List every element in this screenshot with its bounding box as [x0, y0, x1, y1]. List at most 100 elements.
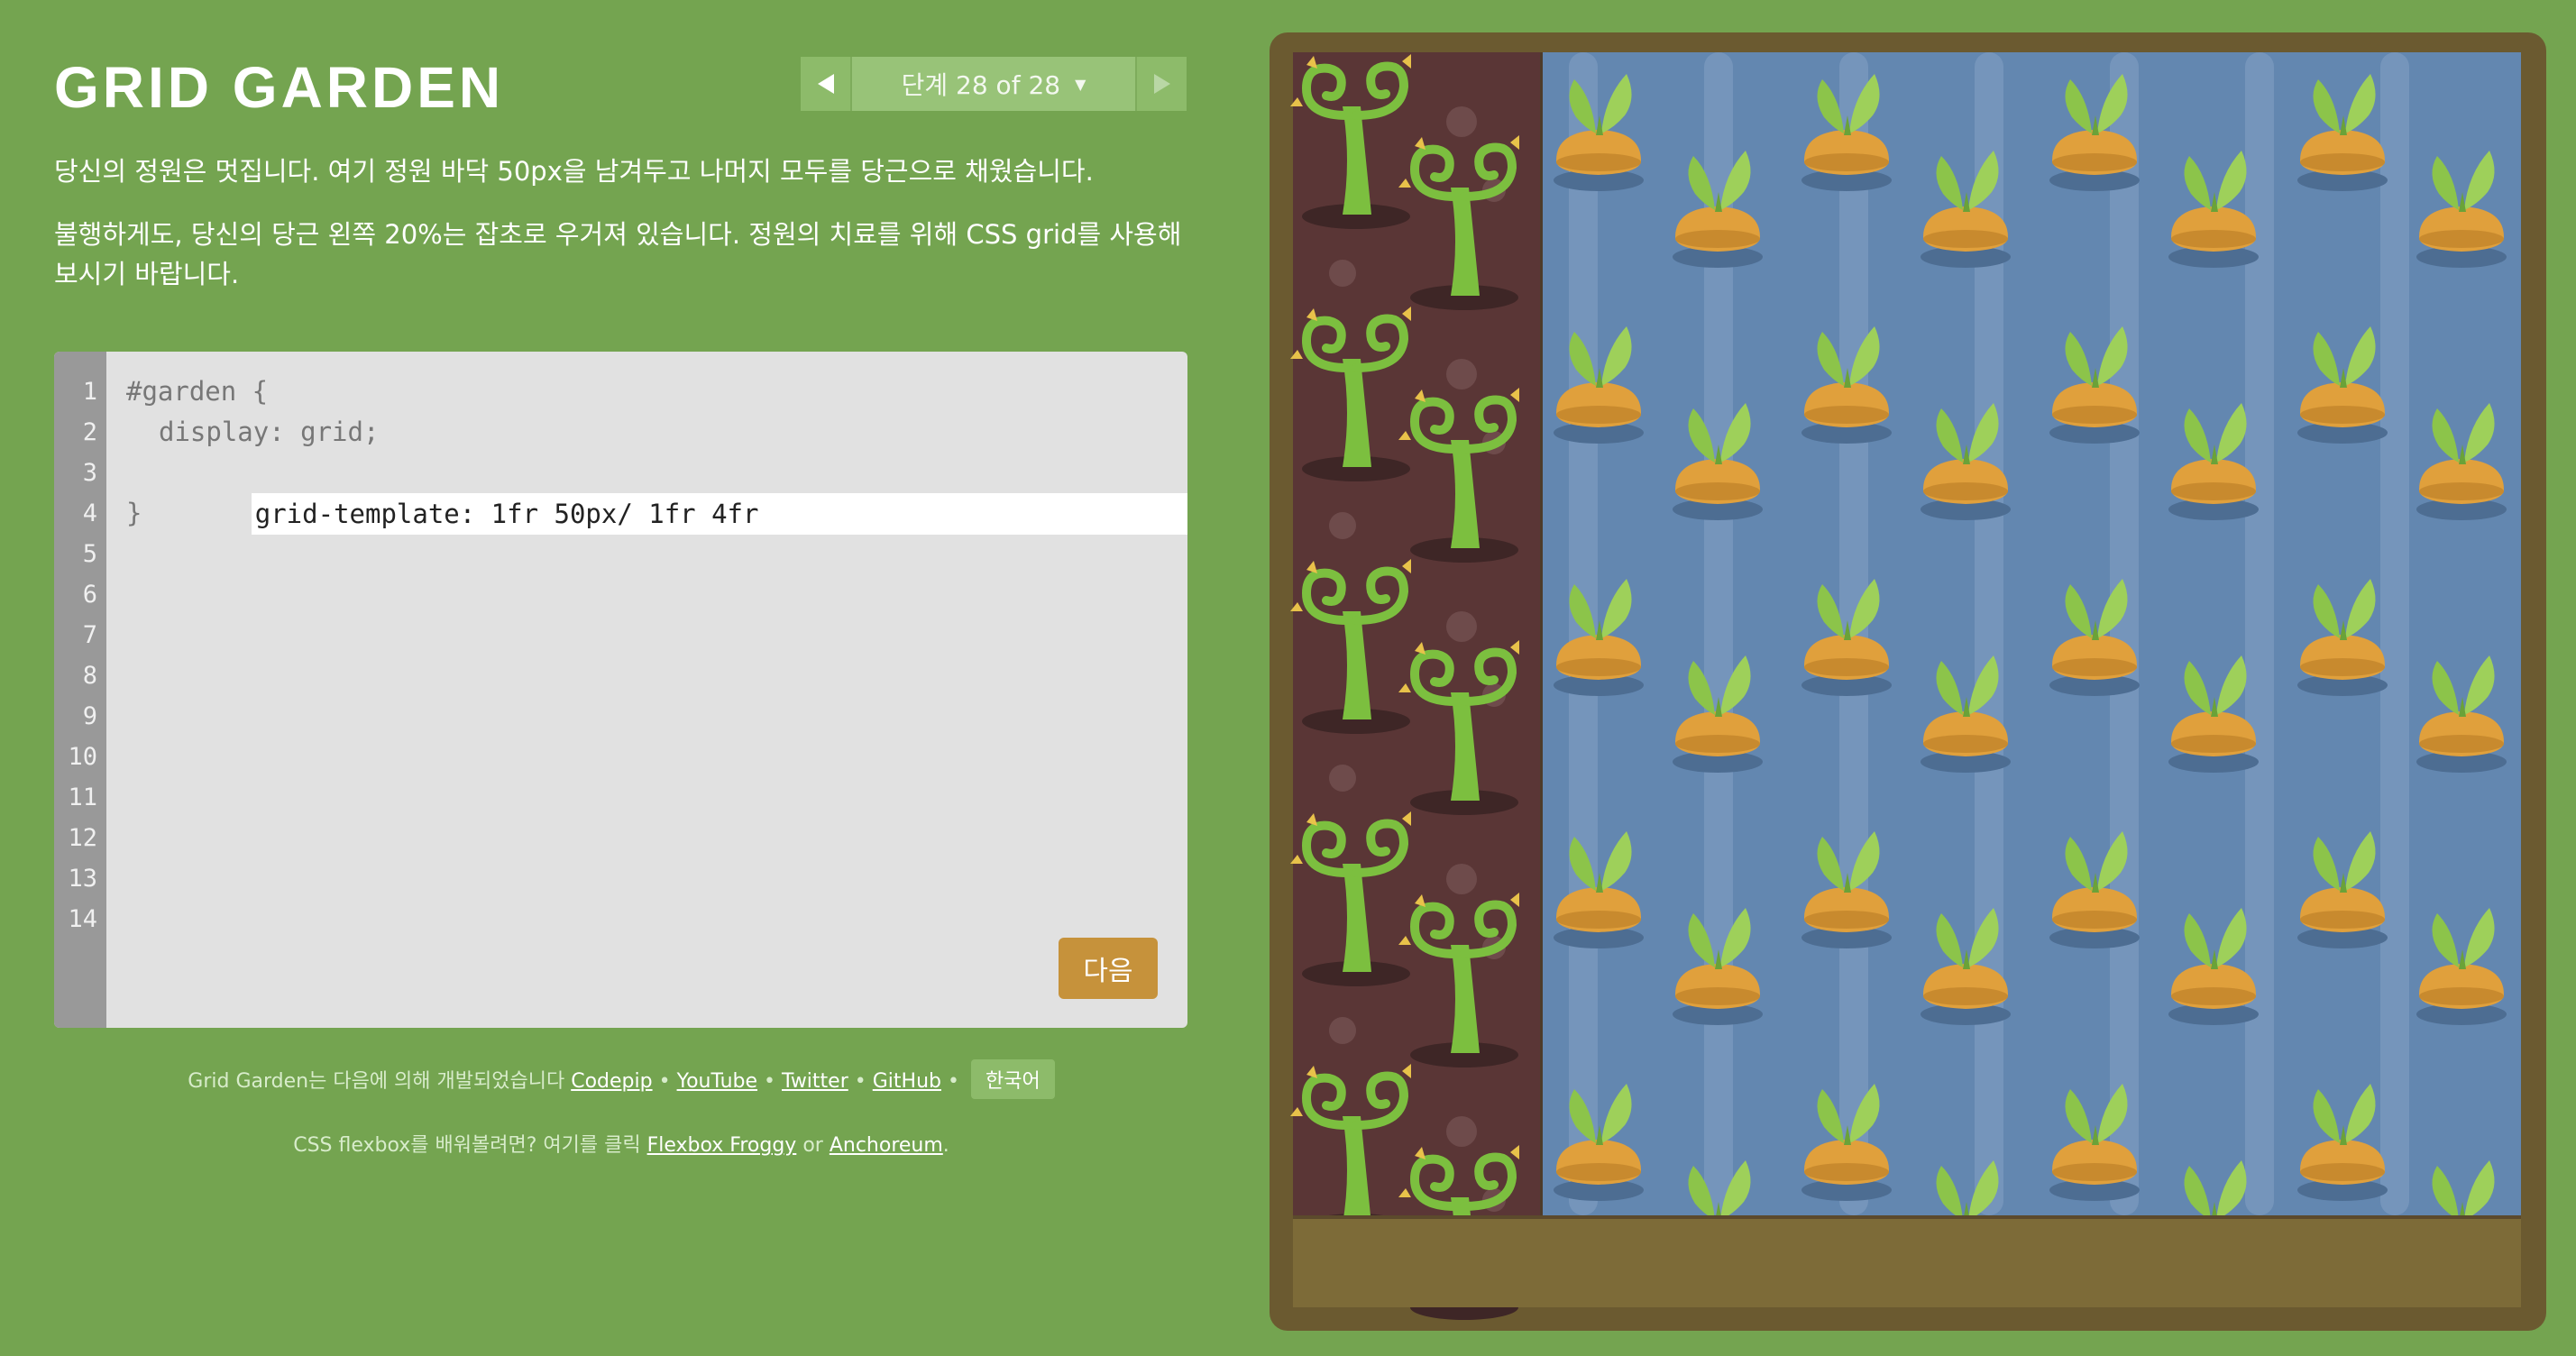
pebble: [1446, 106, 1477, 137]
carrot: [1797, 61, 1896, 197]
pebble: [1446, 359, 1477, 389]
instruction-paragraph-2: 불행하게도, 당신의 당근 왼쪽 20%는 잡초로 우거져 있습니다. 정원의 …: [54, 219, 1182, 289]
level-selector[interactable]: 단계 28 of 28 ▼: [852, 57, 1135, 111]
flexbox-froggy-link[interactable]: Flexbox Froggy: [647, 1134, 797, 1157]
line-number-gutter: 1 2 3 4 5 6 7 8 9 10 11 12 13 14: [54, 352, 106, 1028]
credits: Grid Garden는 다음에 의해 개발되었습니다 Codepip • Yo…: [54, 1059, 1188, 1099]
twitter-link[interactable]: Twitter: [782, 1070, 848, 1093]
triangle-left-icon: [817, 74, 834, 94]
carrot: [2164, 895, 2263, 1031]
promo-period: .: [942, 1134, 949, 1157]
line-number: 12: [68, 824, 97, 852]
pebble: [1446, 1116, 1477, 1147]
promo-text: CSS flexbox를 배워볼려면? 여기를 클릭: [293, 1134, 641, 1157]
carrot: [2045, 566, 2144, 701]
carrot: [1668, 895, 1767, 1031]
carrot: [1916, 390, 2015, 526]
level-navigation: 단계 28 of 28 ▼: [801, 57, 1187, 111]
line-number: 11: [68, 783, 97, 811]
code-line-3: [126, 453, 1187, 535]
code-line-1: #garden {: [126, 376, 269, 407]
line-number: 7: [82, 621, 97, 649]
carrot: [1668, 643, 1767, 778]
carrot: [1916, 643, 2015, 778]
weed: [1397, 386, 1532, 566]
water-area: [1542, 52, 2521, 1278]
github-link[interactable]: GitHub: [873, 1070, 941, 1093]
pebble: [1329, 1017, 1356, 1044]
carrot: [2164, 138, 2263, 273]
anchoreum-link[interactable]: Anchoreum: [830, 1134, 943, 1157]
next-button[interactable]: 다음: [1059, 938, 1158, 999]
carrot: [2045, 314, 2144, 449]
youtube-link[interactable]: YouTube: [677, 1070, 757, 1093]
triangle-right-icon: [1153, 74, 1170, 94]
carrot: [1549, 819, 1648, 954]
carrot: [2412, 390, 2511, 526]
pebble: [1446, 864, 1477, 894]
language-selector[interactable]: 한국어: [970, 1059, 1055, 1099]
carrot: [2293, 819, 2392, 954]
carrot: [1549, 1071, 1648, 1206]
carrot: [1797, 1071, 1896, 1206]
codepip-link[interactable]: Codepip: [571, 1070, 652, 1093]
instructions: 당신의 정원은 멋집니다. 여기 정원 바닥 50px을 남겨두고 나머지 모두…: [54, 151, 1188, 317]
line-number: 9: [82, 702, 97, 730]
line-number: 3: [82, 459, 97, 487]
separator: •: [854, 1070, 866, 1093]
carrot: [1797, 819, 1896, 954]
carrot: [1916, 895, 2015, 1031]
level-label: 단계 28 of 28: [901, 70, 1061, 100]
pebble: [1446, 611, 1477, 642]
carrot: [2164, 390, 2263, 526]
separator: •: [764, 1070, 776, 1093]
line-number: 6: [82, 581, 97, 609]
soil-row: [1293, 1215, 2521, 1307]
carrot: [2164, 643, 2263, 778]
code-area: #garden { display: grid; }: [126, 371, 1187, 535]
line-number: 8: [82, 662, 97, 690]
carrot: [2045, 1071, 2144, 1206]
line-number: 2: [82, 418, 97, 446]
carrot: [2045, 61, 2144, 197]
carrot: [2045, 819, 2144, 954]
css-editor: 1 2 3 4 5 6 7 8 9 10 11 12 13 14 #garden…: [54, 352, 1187, 1028]
carrot: [2293, 61, 2392, 197]
next-level-button[interactable]: [1135, 57, 1187, 111]
carrot: [1797, 566, 1896, 701]
carrot: [1797, 314, 1896, 449]
line-number: 1: [82, 378, 97, 406]
instruction-paragraph-1: 당신의 정원은 멋집니다. 여기 정원 바닥 50px을 남겨두고 나머지 모두…: [54, 156, 1094, 187]
carrot: [2293, 1071, 2392, 1206]
carrot: [2412, 895, 2511, 1031]
carrot: [2412, 138, 2511, 273]
line-number: 14: [68, 905, 97, 933]
promo: CSS flexbox를 배워볼려면? 여기를 클릭 Flexbox Frogg…: [54, 1129, 1188, 1158]
garden: [1290, 52, 2521, 1320]
previous-level-button[interactable]: [801, 57, 852, 111]
line-number: 4: [82, 499, 97, 527]
weed: [1397, 133, 1532, 314]
line-number: 5: [82, 540, 97, 568]
carrot: [1549, 314, 1648, 449]
caret-down-icon: ▼: [1075, 75, 1086, 93]
game-title: GRID GARDEN: [54, 55, 505, 120]
carrot: [2412, 643, 2511, 778]
line-number: 13: [68, 865, 97, 893]
weed: [1397, 891, 1532, 1071]
line-number: 10: [68, 743, 97, 771]
separator: •: [658, 1070, 671, 1093]
carrot: [2293, 314, 2392, 449]
pebble: [1329, 260, 1356, 287]
column-divider: [1540, 52, 1543, 1307]
credits-text: Grid Garden는 다음에 의해 개발되었습니다: [188, 1070, 565, 1093]
carrot: [1549, 61, 1648, 197]
carrot: [1668, 138, 1767, 273]
carrot: [1916, 138, 2015, 273]
weed: [1397, 638, 1532, 819]
pebble: [1329, 765, 1356, 792]
code-line-2: display: grid;: [159, 417, 380, 447]
css-input[interactable]: [251, 493, 1187, 535]
carrot: [1668, 390, 1767, 526]
weed-area: [1290, 52, 1540, 1320]
